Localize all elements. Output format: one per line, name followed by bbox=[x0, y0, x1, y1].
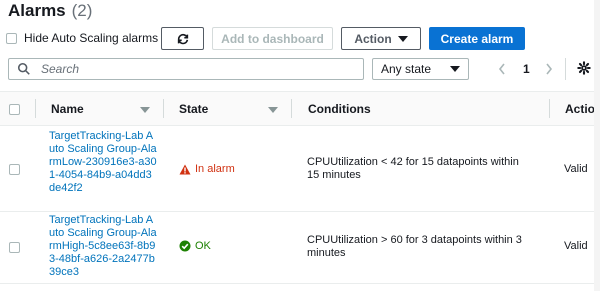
action-dropdown-button[interactable]: Action bbox=[341, 27, 421, 50]
action-status: Valid bbox=[564, 240, 588, 252]
state-ok: OK bbox=[179, 240, 211, 252]
state-filter-select[interactable]: Any state bbox=[372, 58, 469, 80]
search-icon bbox=[17, 62, 30, 75]
add-to-dashboard-button[interactable]: Add to dashboard bbox=[212, 27, 333, 50]
column-header-name[interactable]: Name bbox=[51, 102, 84, 116]
page-number[interactable]: 1 bbox=[523, 62, 530, 76]
condition-text: CPUUtilization < 42 for 15 datapoints wi… bbox=[307, 156, 519, 181]
table-header bbox=[0, 91, 600, 126]
alarm-count: (2) bbox=[71, 1, 93, 20]
alarm-name-link[interactable]: TargetTracking-Lab Auto Scaling Group-Al… bbox=[49, 214, 157, 279]
row-divider bbox=[0, 211, 600, 212]
refresh-button[interactable] bbox=[161, 27, 204, 50]
sort-caret-icon[interactable] bbox=[268, 107, 278, 113]
row-divider bbox=[0, 283, 600, 284]
previous-page-icon[interactable] bbox=[497, 62, 507, 76]
create-alarm-button[interactable]: Create alarm bbox=[429, 27, 525, 50]
row-checkbox[interactable] bbox=[9, 164, 20, 175]
row-checkbox[interactable] bbox=[9, 242, 20, 253]
divider bbox=[565, 58, 566, 80]
vertical-scrollbar[interactable] bbox=[594, 0, 600, 291]
state-in-alarm: In alarm bbox=[179, 163, 235, 175]
warning-icon bbox=[179, 164, 191, 174]
column-header-conditions[interactable]: Conditions bbox=[308, 102, 371, 116]
sort-caret-icon[interactable] bbox=[140, 107, 150, 113]
page-title: Alarms (2) bbox=[8, 1, 92, 21]
column-divider bbox=[549, 99, 550, 118]
check-circle-icon bbox=[179, 240, 191, 252]
select-all-checkbox[interactable] bbox=[9, 104, 20, 115]
hide-autoscaling-checkbox[interactable] bbox=[6, 33, 17, 44]
search-input[interactable] bbox=[39, 61, 343, 77]
state-label: OK bbox=[195, 240, 211, 252]
search-field[interactable] bbox=[8, 58, 364, 80]
state-filter-value: Any state bbox=[381, 62, 432, 76]
caret-down-icon bbox=[397, 35, 408, 42]
gear-icon[interactable] bbox=[577, 61, 591, 75]
state-label: In alarm bbox=[195, 163, 235, 175]
action-status: Valid bbox=[564, 163, 588, 175]
column-divider bbox=[35, 99, 36, 118]
column-divider bbox=[163, 99, 164, 118]
refresh-icon bbox=[177, 33, 188, 44]
column-header-state[interactable]: State bbox=[179, 102, 208, 116]
next-page-icon[interactable] bbox=[544, 62, 554, 76]
title-text: Alarms bbox=[8, 1, 66, 20]
caret-down-icon bbox=[450, 66, 460, 72]
action-label: Action bbox=[354, 31, 392, 46]
column-divider bbox=[291, 99, 292, 118]
condition-text: CPUUtilization > 60 for 3 datapoints wit… bbox=[307, 234, 522, 259]
hide-autoscaling-label: Hide Auto Scaling alarms bbox=[24, 31, 159, 45]
alarm-name-link[interactable]: TargetTracking-Lab Auto Scaling Group-Al… bbox=[49, 130, 157, 195]
